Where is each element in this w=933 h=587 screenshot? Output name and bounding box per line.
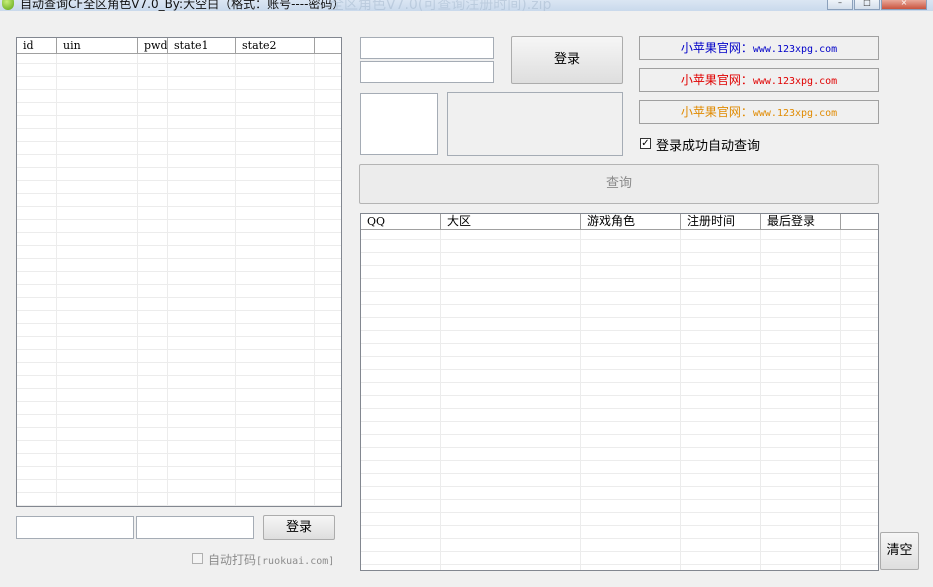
auto-captcha-text: 自动打码 xyxy=(208,553,257,567)
link-2-url: www.123xpg.com xyxy=(752,76,838,87)
app-icon xyxy=(2,0,14,10)
close-button[interactable]: × xyxy=(881,0,927,10)
clear-button[interactable]: 清空 xyxy=(880,532,919,570)
column-divider xyxy=(56,54,57,506)
window-title: 自动查询CF全区角色V7.0_By:大空白（格式：账号----密码） xyxy=(20,0,345,11)
col-header-state2[interactable]: state2 xyxy=(236,38,315,53)
col-header-qq[interactable]: QQ xyxy=(361,214,441,229)
username-input[interactable] xyxy=(360,37,494,59)
login-button[interactable]: 登录 xyxy=(511,36,623,84)
col-header-role[interactable]: 游戏角色 xyxy=(581,214,681,229)
website-link-3[interactable]: 小苹果官网：www.123xpg.com xyxy=(639,100,879,124)
column-divider xyxy=(235,54,236,506)
link-2-name: 小苹果官网 xyxy=(680,73,741,87)
col-header-region[interactable]: 大区 xyxy=(441,214,581,229)
account-list[interactable]: id uin pwd state1 state2 xyxy=(16,37,342,507)
column-divider xyxy=(580,230,581,570)
auto-captcha-label: 自动打码[ruokuai.com] xyxy=(208,551,334,568)
link-1-sep: ： xyxy=(740,41,753,55)
col-header-state1[interactable]: state1 xyxy=(168,38,236,53)
password-input[interactable] xyxy=(360,61,494,83)
auto-query-checkbox[interactable]: ✓ xyxy=(640,138,651,149)
column-divider xyxy=(680,230,681,570)
website-link-2[interactable]: 小苹果官网：www.123xpg.com xyxy=(639,68,879,92)
link-1-url: www.123xpg.com xyxy=(752,44,838,55)
link-3-url: www.123xpg.com xyxy=(752,108,838,119)
maximize-button[interactable]: □ xyxy=(854,0,880,10)
left-username-input[interactable] xyxy=(16,516,134,539)
auto-query-label: 登录成功自动查询 xyxy=(656,139,761,154)
title-bar: 自动查询CF全区角色V7.0_By:大空白（格式：账号----密码） 全区角色V… xyxy=(0,0,933,11)
window-controls: – □ × xyxy=(827,0,927,10)
col-header-pwd[interactable]: pwd xyxy=(138,38,168,53)
column-divider xyxy=(760,230,761,570)
col-header-last-login[interactable]: 最后登录 xyxy=(761,214,841,229)
col-header-id[interactable]: id xyxy=(17,38,57,53)
result-list-header: QQ 大区 游戏角色 注册时间 最后登录 xyxy=(361,214,878,230)
website-link-1[interactable]: 小苹果官网：www.123xpg.com xyxy=(639,36,879,60)
link-3-sep: ： xyxy=(740,105,753,119)
column-divider xyxy=(314,54,315,506)
captcha-input-area[interactable] xyxy=(447,92,623,156)
auto-captcha-checkbox[interactable] xyxy=(192,553,203,564)
col-header-uin[interactable]: uin xyxy=(57,38,138,53)
column-divider xyxy=(440,230,441,570)
col-header-register-time[interactable]: 注册时间 xyxy=(681,214,761,229)
link-2-sep: ： xyxy=(740,73,753,87)
minimize-button[interactable]: – xyxy=(827,0,853,10)
link-3-name: 小苹果官网 xyxy=(680,105,741,119)
title-ghost-text: 全区角色V7.0(可查询注册时间).zip xyxy=(330,0,552,11)
captcha-image[interactable] xyxy=(360,93,438,155)
left-login-button[interactable]: 登录 xyxy=(263,515,335,540)
column-divider xyxy=(167,54,168,506)
left-password-input[interactable] xyxy=(136,516,254,539)
link-1-name: 小苹果官网 xyxy=(680,41,741,55)
auto-captcha-suffix: [ruokuai.com] xyxy=(256,556,335,567)
result-list[interactable]: QQ 大区 游戏角色 注册时间 最后登录 xyxy=(360,213,879,571)
column-divider xyxy=(840,230,841,570)
query-button[interactable]: 查询 xyxy=(359,164,879,204)
account-list-header: id uin pwd state1 state2 xyxy=(17,38,341,54)
column-divider xyxy=(137,54,138,506)
